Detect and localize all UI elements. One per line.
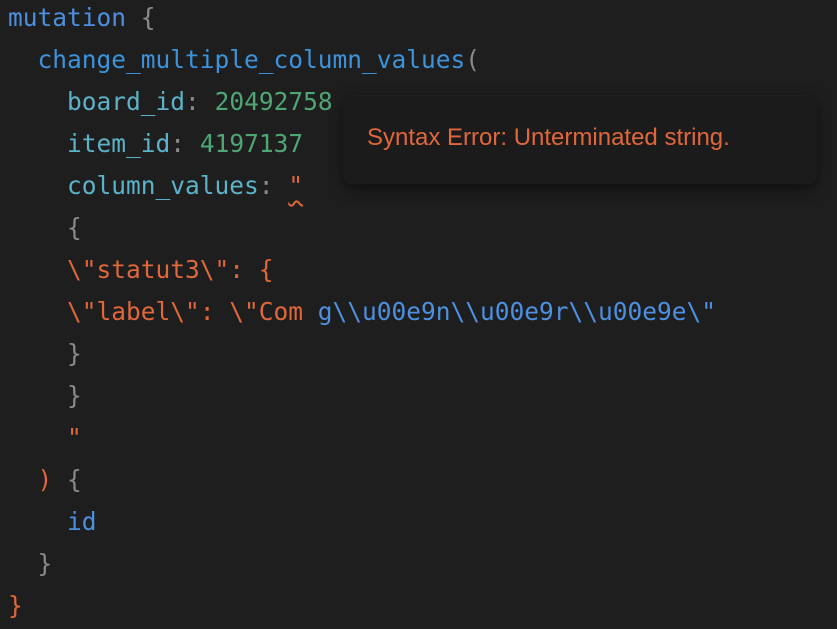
- json-label-key: \"label\": \"Com: [67, 297, 318, 326]
- code-line: mutation {: [8, 0, 156, 39]
- code-editor[interactable]: mutation { change_multiple_column_values…: [0, 0, 837, 629]
- column-values-argument: column_values: [67, 171, 259, 200]
- code-line: }: [8, 543, 53, 585]
- board-id-argument: board_id: [67, 87, 186, 116]
- item-id-argument: item_id: [67, 129, 171, 158]
- unterminated-string-quote[interactable]: ": [288, 171, 303, 200]
- code-line: item_id: 4197137: [8, 123, 303, 165]
- closing-quote: ": [67, 423, 82, 452]
- json-statut-key: \"statut3\": {: [67, 255, 274, 284]
- code-line: ) {: [8, 459, 82, 501]
- id-field: id: [67, 507, 97, 536]
- code-line: }: [8, 585, 23, 627]
- error-tooltip: Syntax Error: Unterminated string.: [344, 96, 816, 184]
- json-close-brace: }: [67, 339, 82, 368]
- json-label-value: g\\u00e9n\\u00e9r\\u00e9e\": [317, 297, 717, 326]
- error-message: Syntax Error: Unterminated string.: [367, 124, 730, 151]
- item-id-value: 4197137: [199, 129, 304, 158]
- code-line: board_id: 20492758: [8, 81, 333, 123]
- code-line: {: [8, 207, 82, 249]
- open-brace: {: [140, 3, 156, 32]
- json-close-brace: }: [67, 381, 82, 410]
- code-line: }: [8, 333, 82, 375]
- code-line: \"statut3\": {: [8, 249, 274, 291]
- colon: :: [170, 129, 186, 158]
- code-line: }: [8, 375, 82, 417]
- colon: :: [258, 171, 274, 200]
- close-paren: ): [37, 465, 53, 494]
- code-line: id: [8, 501, 97, 543]
- board-id-value: 20492758: [214, 87, 333, 116]
- code-line: column_values: ": [8, 165, 303, 207]
- code-line: ": [8, 417, 82, 459]
- mutation-function-name: change_multiple_column_values: [37, 45, 466, 74]
- json-open-brace: {: [67, 213, 82, 242]
- selection-close-brace: }: [37, 549, 53, 578]
- selection-open-brace: {: [67, 465, 82, 494]
- colon: :: [185, 87, 200, 116]
- code-line: \"label\": \"Com g\\u00e9n\\u00e9r\\u00e…: [8, 291, 716, 333]
- code-line: change_multiple_column_values(: [8, 39, 481, 81]
- mutation-close-brace: }: [8, 591, 23, 620]
- open-paren: (: [465, 45, 481, 74]
- mutation-keyword: mutation: [8, 3, 127, 32]
